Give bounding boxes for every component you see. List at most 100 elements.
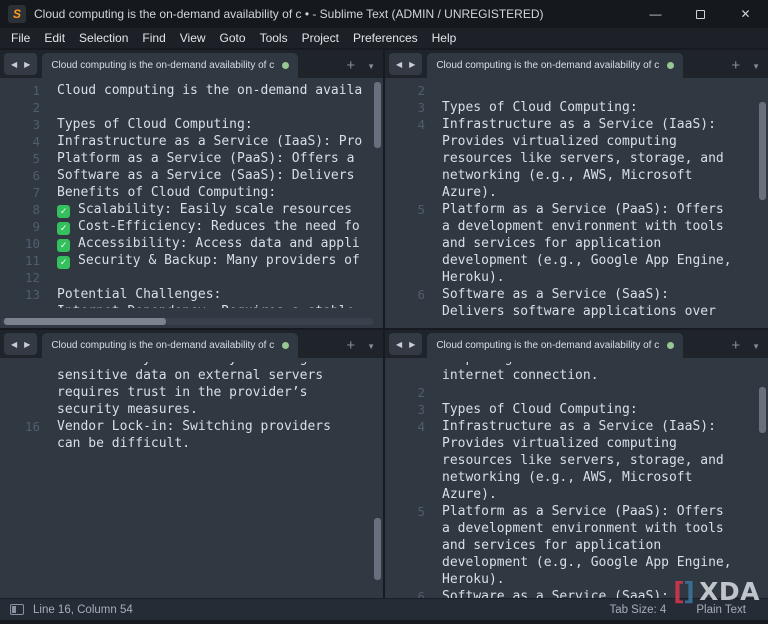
line-number: 3	[0, 116, 40, 133]
sublime-window: S Cloud computing is the on-demand avail…	[0, 0, 768, 624]
line-number: 11	[0, 252, 40, 269]
editor-content[interactable]: Data Privacy & Security: Storingsensitiv…	[0, 358, 383, 598]
code-row: Provides virtualized computing	[385, 435, 768, 452]
file-tab[interactable]: Cloud computing is the on-demand availab…	[427, 53, 683, 78]
file-tab[interactable]: Cloud computing is the on-demand availab…	[427, 333, 683, 358]
code-row: 9✓Cost-Efficiency: Reduces the need fo	[0, 218, 383, 235]
code-line-text: Software as a Service (SaaS): Delivers	[40, 167, 354, 184]
tab-forward-icon[interactable]: ▶	[409, 60, 415, 69]
minimize-button[interactable]: —	[633, 0, 678, 28]
menu-item-help[interactable]: Help	[425, 28, 464, 48]
menu-item-file[interactable]: File	[4, 28, 37, 48]
line-number: 3	[385, 401, 425, 418]
code-row: 3Types of Cloud Computing:	[385, 401, 768, 418]
tab-nav-arrows[interactable]: ◀ ▶	[4, 333, 37, 355]
file-tab[interactable]: Cloud computing is the on-demand availab…	[42, 333, 298, 358]
tab-label: Cloud computing is the on-demand availab…	[436, 340, 659, 351]
code-line-text: Heroku).	[425, 571, 505, 588]
code-row: Delivers software applications over	[385, 303, 768, 320]
modified-dot-icon	[667, 62, 674, 69]
code-row: Provides virtualized computing	[385, 133, 768, 150]
code-row: 5Platform as a Service (PaaS): Offers a	[0, 150, 383, 167]
clipped-code-row: Internet Dependency: Requires a stable	[0, 303, 383, 308]
code-row: a development environment with tools	[385, 520, 768, 537]
xda-bracket-right: ]	[683, 577, 695, 606]
vertical-scrollbar-thumb[interactable]	[374, 82, 381, 148]
line-number: 6	[385, 588, 425, 598]
code-line-text: networking (e.g., AWS, Microsoft	[425, 469, 692, 486]
menu-item-edit[interactable]: Edit	[37, 28, 72, 48]
editor-content[interactable]: 1Cloud computing is the on-demand availa…	[0, 78, 383, 328]
tab-overflow-icon[interactable]: ▼	[752, 342, 760, 351]
window-edge	[0, 620, 768, 624]
tab-actions: + ▼	[723, 340, 760, 352]
menu-bar: FileEditSelectionFindViewGotoToolsProjec…	[0, 28, 768, 48]
code-line-text: computing resources over the	[425, 362, 661, 367]
code-line-text: Azure).	[425, 184, 497, 201]
vertical-scrollbar-thumb[interactable]	[759, 102, 766, 200]
tab-back-icon[interactable]: ◀	[396, 60, 402, 69]
menu-item-goto[interactable]: Goto	[213, 28, 253, 48]
tab-size-indicator[interactable]: Tab Size: 4	[609, 604, 666, 616]
tab-label: Cloud computing is the on-demand availab…	[51, 340, 274, 351]
maximize-button[interactable]	[678, 0, 723, 28]
line-number: 5	[385, 503, 425, 520]
tab-nav-arrows[interactable]: ◀ ▶	[4, 53, 37, 75]
vertical-scrollbar-thumb[interactable]	[374, 518, 381, 580]
code-line-text: development (e.g., Google App Engine,	[425, 554, 732, 571]
editor-content[interactable]: computing resources over theinternet con…	[385, 358, 768, 598]
new-tab-icon[interactable]: +	[346, 340, 355, 352]
code-row: 2	[385, 82, 768, 99]
code-line-text: Types of Cloud Computing:	[40, 116, 253, 133]
close-button[interactable]: ✕	[723, 0, 768, 28]
menu-item-project[interactable]: Project	[295, 28, 346, 48]
horizontal-scrollbar-thumb[interactable]	[4, 318, 166, 325]
line-number: 4	[0, 133, 40, 150]
tab-nav-arrows[interactable]: ◀ ▶	[389, 333, 422, 355]
menu-item-tools[interactable]: Tools	[253, 28, 295, 48]
code-row: Data Privacy & Security: Storing	[0, 362, 383, 367]
file-tab[interactable]: Cloud computing is the on-demand availab…	[42, 53, 298, 78]
menu-item-preferences[interactable]: Preferences	[346, 28, 425, 48]
code-row: Heroku).	[385, 269, 768, 286]
pane-bottom-left: ◀ ▶ Cloud computing is the on-demand ava…	[0, 330, 383, 598]
tab-forward-icon[interactable]: ▶	[24, 340, 30, 349]
tab-overflow-icon[interactable]: ▼	[367, 62, 375, 71]
line-number: 5	[385, 201, 425, 218]
menu-item-find[interactable]: Find	[135, 28, 172, 48]
modified-dot-icon	[282, 62, 289, 69]
new-tab-icon[interactable]: +	[346, 60, 355, 72]
code-line-text: Heroku).	[425, 269, 505, 286]
editor-content[interactable]: 23Types of Cloud Computing:4Infrastructu…	[385, 78, 768, 328]
tab-forward-icon[interactable]: ▶	[409, 340, 415, 349]
new-tab-icon[interactable]: +	[731, 60, 740, 72]
pane-bottom-right: ◀ ▶ Cloud computing is the on-demand ava…	[385, 330, 768, 598]
sidebar-toggle-icon[interactable]	[10, 604, 24, 615]
menu-item-selection[interactable]: Selection	[72, 28, 135, 48]
code-line-text: requires trust in the provider’s	[40, 384, 307, 401]
tab-nav-arrows[interactable]: ◀ ▶	[389, 53, 422, 75]
code-row: can be difficult.	[0, 435, 383, 452]
code-row: 12	[0, 269, 383, 286]
check-emoji-icon: ✓	[57, 222, 70, 235]
code-row: resources like servers, storage, and	[385, 150, 768, 167]
line-number: 6	[0, 167, 40, 184]
code-line-text: sensitive data on external servers	[40, 367, 323, 384]
code-line-text: Software as a Service (SaaS):	[425, 286, 669, 303]
tab-back-icon[interactable]: ◀	[11, 60, 17, 69]
line-number: 7	[0, 184, 40, 201]
tab-overflow-icon[interactable]: ▼	[367, 342, 375, 351]
cursor-position[interactable]: Line 16, Column 54	[33, 604, 133, 616]
menu-item-view[interactable]: View	[173, 28, 213, 48]
tab-overflow-icon[interactable]: ▼	[752, 62, 760, 71]
tab-back-icon[interactable]: ◀	[396, 340, 402, 349]
new-tab-icon[interactable]: +	[731, 340, 740, 352]
vertical-scrollbar-thumb[interactable]	[759, 387, 766, 433]
code-row: 4Infrastructure as a Service (IaaS): Pro	[0, 133, 383, 150]
code-line-text: can be difficult.	[40, 435, 190, 452]
clipped-code-row: computing resources over the	[385, 362, 768, 367]
tab-forward-icon[interactable]: ▶	[24, 60, 30, 69]
horizontal-scrollbar[interactable]	[2, 318, 373, 325]
tab-back-icon[interactable]: ◀	[11, 340, 17, 349]
code-line-text: ✓Cost-Efficiency: Reduces the need fo	[40, 218, 360, 235]
